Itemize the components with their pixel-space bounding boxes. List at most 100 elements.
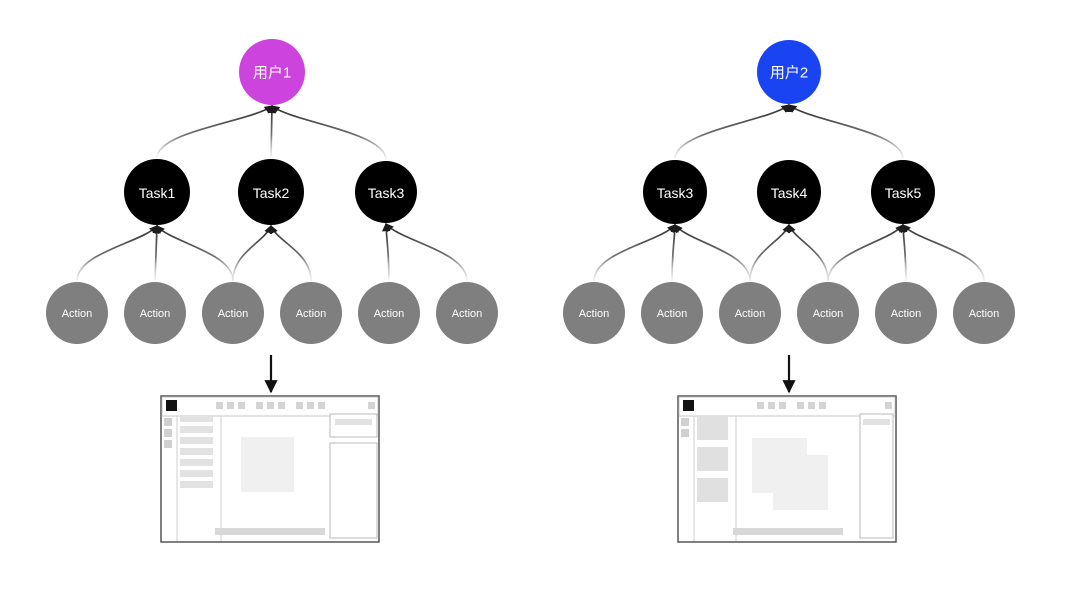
action-node[interactable]: Action — [436, 282, 498, 344]
right-panel-top-bar — [335, 419, 372, 425]
action-node[interactable]: Action — [875, 282, 937, 344]
task-node[interactable]: Task5 — [871, 160, 935, 224]
edge-action-to-task-0-1 — [152, 224, 161, 282]
user-node[interactable]: 用户1 — [239, 39, 305, 105]
task-label: Task3 — [657, 185, 694, 201]
bottom-status-bar — [215, 528, 325, 535]
task-label: Task4 — [771, 185, 808, 201]
right-panel-top — [329, 413, 378, 438]
action-node[interactable]: Action — [280, 282, 342, 344]
rail-icon-1 — [681, 429, 689, 437]
toolbar-button-1-1 — [808, 402, 815, 409]
edge-action-to-task-0-1 — [670, 223, 680, 282]
action-label: Action — [891, 308, 922, 320]
edge-task-to-user-1 — [267, 104, 277, 159]
edge-action-to-task-2-5 — [385, 223, 468, 282]
diagram-canvas: 用户1 Task1 Task2 Task3 Action Action Action Acti… — [0, 0, 1080, 591]
right-panel — [859, 413, 894, 539]
sidebar-item-2 — [180, 437, 213, 444]
edge-task-to-user-2 — [270, 105, 387, 161]
task-node[interactable]: Task3 — [643, 160, 707, 224]
task-label: Task3 — [368, 185, 405, 201]
edge-action-to-task-0-2 — [156, 225, 234, 282]
window-mockups-layer — [160, 395, 897, 543]
window-left — [160, 395, 380, 543]
sidebar-item-1 — [697, 447, 728, 471]
sidebar-item-0 — [697, 416, 728, 440]
action-label: Action — [579, 308, 610, 320]
edge-action-to-task-2-4 — [381, 222, 391, 282]
edge-action-to-task-0-2 — [674, 224, 751, 282]
rail-icon-0 — [164, 418, 172, 426]
toolbar-button-0-2 — [779, 402, 786, 409]
action-label: Action — [374, 308, 405, 320]
action-node[interactable]: Action — [124, 282, 186, 344]
nodes-layer: 用户1 Task1 Task2 Task3 Action Action Action Acti… — [46, 39, 1015, 344]
toolbar-button-0-2 — [238, 402, 245, 409]
right-panel-bar — [863, 419, 890, 425]
toolbar-button-1-0 — [797, 402, 804, 409]
window-titlebar — [678, 396, 896, 417]
rail-icon-1 — [164, 429, 172, 437]
sidebar-item-3 — [180, 448, 213, 455]
rail-icon-0 — [681, 418, 689, 426]
action-node[interactable]: Action — [46, 282, 108, 344]
hierarchy-graph: 用户1 Task1 Task2 Task3 Action Action Action Acti… — [46, 39, 1015, 543]
edge-action-to-task-1-3 — [787, 223, 829, 282]
rail-icon-2 — [164, 440, 172, 448]
toolbar-button-1-2 — [278, 402, 285, 409]
action-label: Action — [813, 308, 844, 320]
edge-action-to-task-1-3 — [270, 224, 312, 282]
edge-task-to-user-0 — [156, 105, 274, 159]
toolbar-button-0-0 — [216, 402, 223, 409]
canvas-shape-1 — [773, 455, 828, 510]
toolbar-button-1-2 — [819, 402, 826, 409]
task-node[interactable]: Task1 — [124, 159, 190, 225]
app-logo-icon — [166, 400, 177, 411]
action-label: Action — [969, 308, 1000, 320]
action-label: Action — [296, 308, 327, 320]
toolbar-button-2-1 — [307, 402, 314, 409]
task-node[interactable]: Task2 — [238, 159, 304, 225]
sidebar-item-1 — [180, 426, 213, 433]
action-label: Action — [218, 308, 249, 320]
edge-task-to-user-2 — [787, 104, 904, 160]
user-label: 用户2 — [770, 65, 808, 82]
task-label: Task1 — [139, 185, 176, 201]
action-node[interactable]: Action — [953, 282, 1015, 344]
toolbar-button-right — [885, 402, 892, 409]
task-node[interactable]: Task4 — [757, 160, 821, 224]
toolbar-button-0-1 — [227, 402, 234, 409]
edge-action-to-task-2-3 — [827, 224, 904, 282]
action-label: Action — [735, 308, 766, 320]
toolbar-button-2-2 — [318, 402, 325, 409]
edges-layer — [76, 103, 985, 282]
bottom-status-bar — [733, 528, 843, 535]
toolbar-button-0-1 — [768, 402, 775, 409]
edge-action-to-task-2-4 — [898, 223, 908, 282]
app-logo-icon — [683, 400, 694, 411]
action-node[interactable]: Action — [202, 282, 264, 344]
action-node[interactable]: Action — [358, 282, 420, 344]
action-node[interactable]: Action — [797, 282, 859, 344]
edge-action-to-task-1-2 — [749, 223, 791, 282]
right-panel-bottom — [329, 442, 378, 539]
task-label: Task2 — [253, 185, 290, 201]
sidebar-item-4 — [180, 459, 213, 466]
action-label: Action — [62, 308, 93, 320]
action-node[interactable]: Action — [641, 282, 703, 344]
user-node[interactable]: 用户2 — [757, 40, 821, 104]
user-label: 用户1 — [253, 65, 291, 82]
action-label: Action — [657, 308, 688, 320]
window-right — [677, 395, 897, 543]
toolbar-button-1-1 — [267, 402, 274, 409]
edge-action-to-task-1-2 — [232, 224, 273, 282]
toolbar-button-0-0 — [757, 402, 764, 409]
sidebar-item-0 — [180, 415, 213, 422]
edge-action-to-task-0-0 — [76, 225, 158, 282]
action-node[interactable]: Action — [719, 282, 781, 344]
task-node[interactable]: Task3 — [355, 161, 417, 223]
sidebar-item-5 — [180, 470, 213, 477]
action-node[interactable]: Action — [563, 282, 625, 344]
sidebar-item-2 — [697, 478, 728, 502]
